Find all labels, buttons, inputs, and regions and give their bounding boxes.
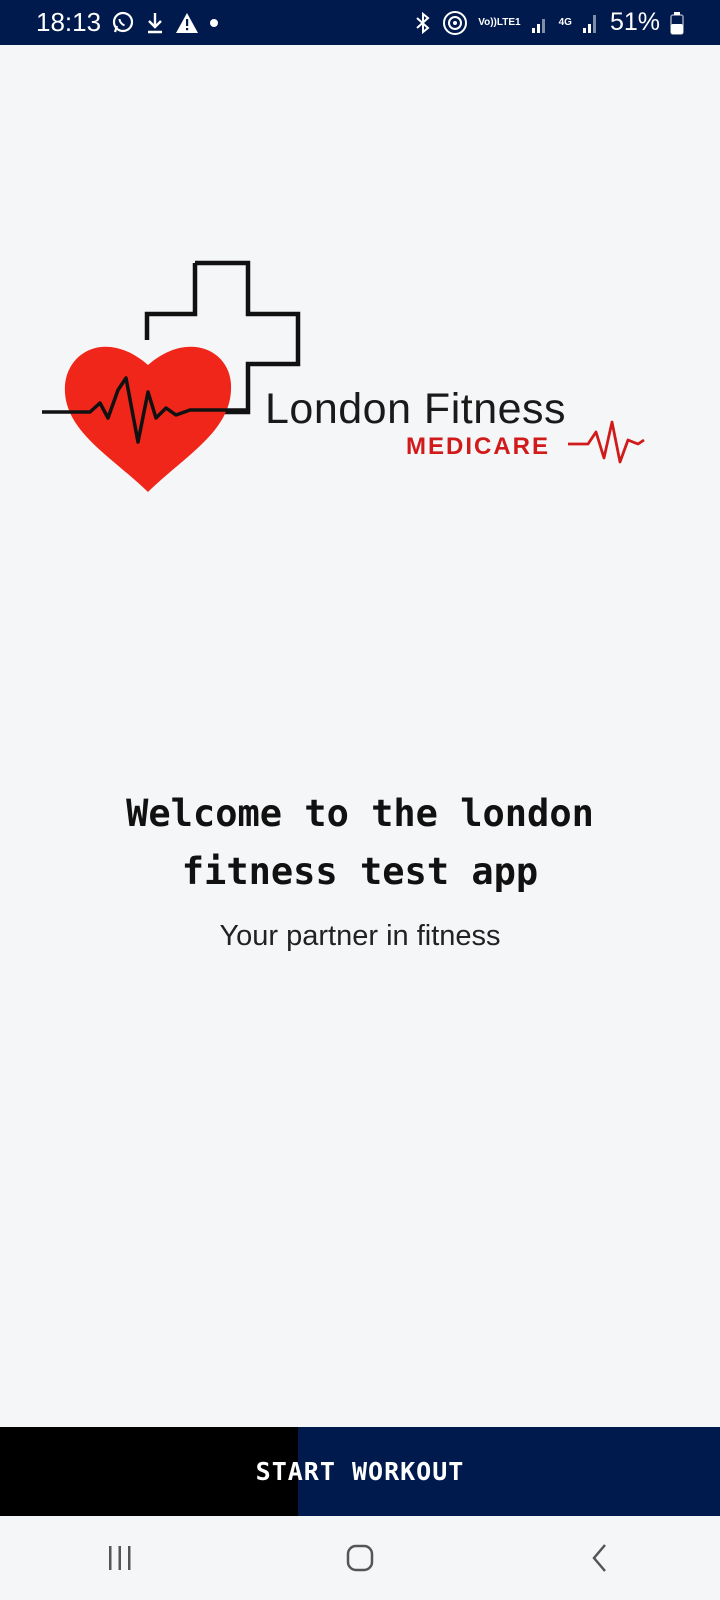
logo-graphic bbox=[42, 260, 645, 492]
bluetooth-icon bbox=[414, 11, 432, 35]
back-icon[interactable] bbox=[560, 1528, 640, 1588]
tagline: Your partner in fitness bbox=[219, 920, 501, 952]
volte-indicator: Vo)) LTE1 bbox=[478, 16, 521, 28]
whatsapp-icon bbox=[111, 11, 135, 35]
signal-icon bbox=[531, 12, 549, 34]
status-time: 18:13 bbox=[36, 7, 102, 37]
network-type: 4G bbox=[558, 16, 572, 28]
battery-percent: 51% bbox=[609, 8, 660, 36]
status-bar: 18:13 Vo)) LTE1 4G 51% bbox=[0, 0, 720, 45]
dot-icon bbox=[209, 18, 219, 28]
battery-icon bbox=[670, 11, 684, 35]
welcome-line-1: Welcome to the london bbox=[126, 792, 594, 835]
app-logo: London Fitness MEDICARE bbox=[40, 260, 680, 505]
logo-subtitle: MEDICARE bbox=[406, 433, 551, 460]
download-icon bbox=[145, 11, 165, 35]
signal-icon bbox=[582, 12, 600, 34]
status-bar-right: Vo)) LTE1 4G 51% bbox=[414, 8, 684, 37]
status-bar-left: 18:13 bbox=[36, 7, 219, 38]
warning-icon bbox=[175, 12, 199, 34]
start-workout-button[interactable]: START WORKOUT bbox=[0, 1427, 720, 1516]
hotspot-icon bbox=[442, 10, 468, 36]
recent-apps-icon[interactable] bbox=[80, 1528, 160, 1588]
logo-title: London Fitness bbox=[265, 385, 567, 433]
system-nav-bar bbox=[0, 1516, 720, 1600]
home-icon[interactable] bbox=[320, 1528, 400, 1588]
heart-icon bbox=[64, 346, 232, 492]
welcome-line-2: fitness test app bbox=[181, 850, 539, 893]
ecg-accent-icon bbox=[568, 420, 645, 464]
welcome-heading: Welcome to the london fitness test app bbox=[60, 785, 660, 901]
volte-label-bottom: LTE1 bbox=[496, 16, 521, 28]
volte-label-top: Vo)) bbox=[478, 16, 497, 28]
